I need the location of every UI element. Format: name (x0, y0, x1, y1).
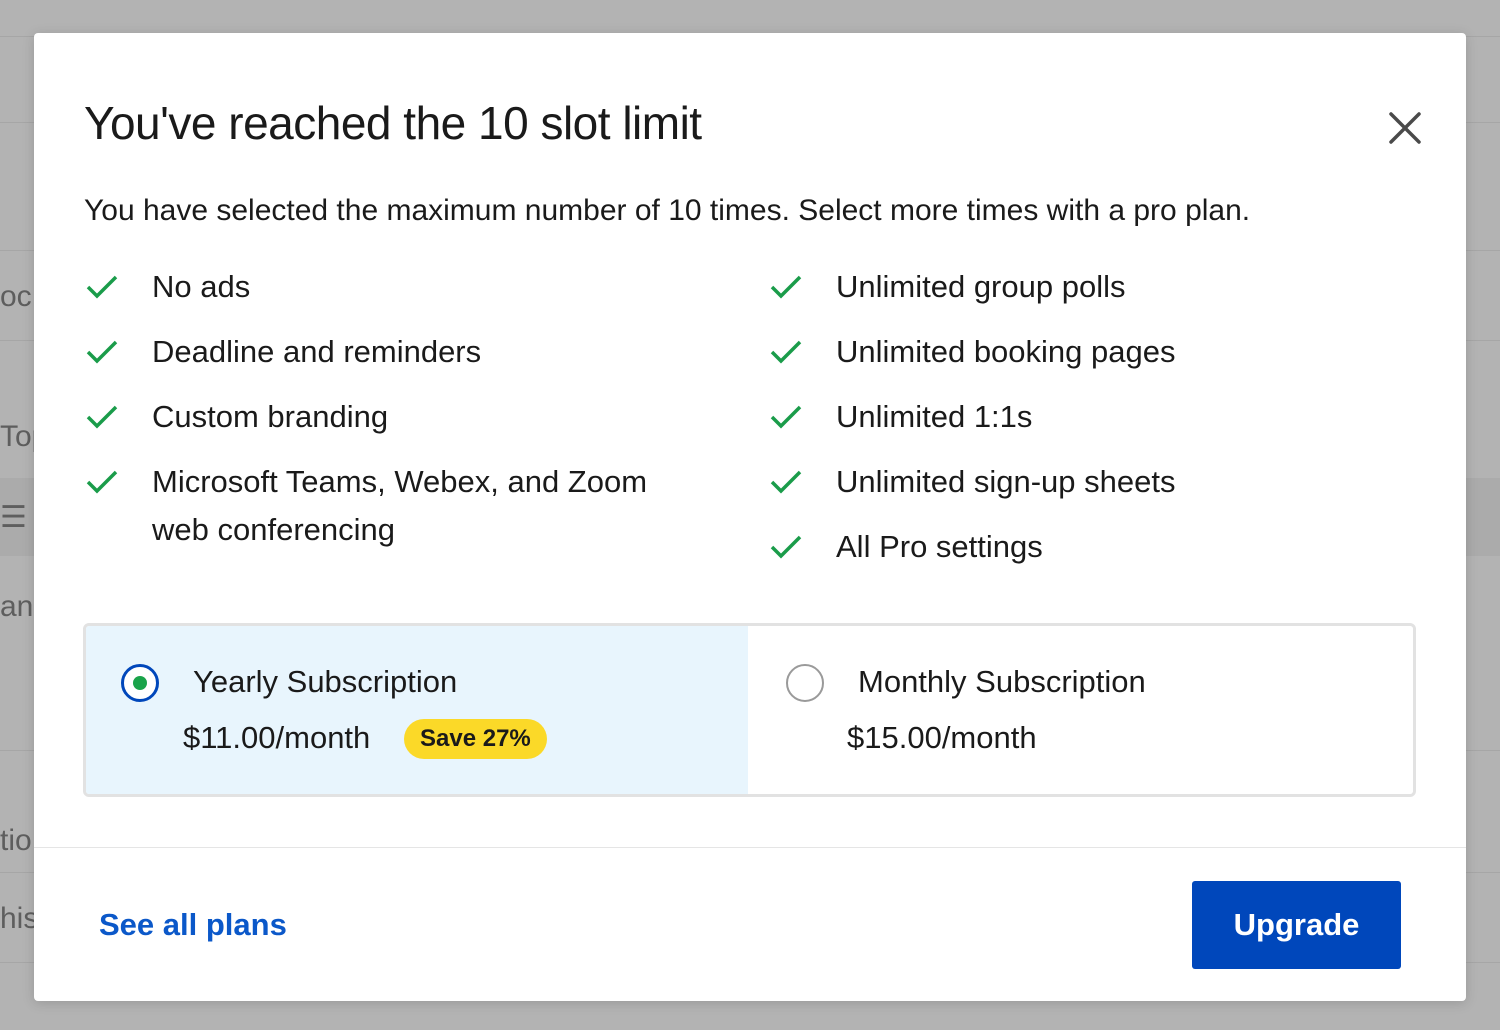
plan-name: Monthly Subscription (858, 664, 1146, 699)
close-icon (1389, 112, 1421, 144)
feature-item: Unlimited group polls (768, 269, 1408, 317)
plan-price: $15.00/month (847, 720, 1037, 755)
background-text: Top (0, 420, 34, 453)
modal-title: You've reached the 10 slot limit (84, 97, 702, 149)
plan-name: Yearly Subscription (193, 664, 458, 699)
upgrade-modal: You've reached the 10 slot limit You hav… (34, 33, 1466, 1001)
check-icon (768, 269, 804, 305)
check-icon (768, 529, 804, 565)
close-button[interactable] (1382, 105, 1428, 151)
feature-item: Custom branding (84, 399, 724, 447)
feature-item: Deadline and reminders (84, 334, 724, 382)
check-icon (768, 464, 804, 500)
save-badge: Save 27% (404, 719, 547, 759)
plan-price: $11.00/month (183, 720, 371, 755)
modal-subtitle: You have selected the maximum number of … (84, 194, 1251, 227)
feature-item: Microsoft Teams, Webex, and Zoom web con… (84, 464, 724, 560)
yearly-radio[interactable] (121, 664, 159, 702)
see-all-plans-link[interactable]: See all plans (99, 905, 287, 945)
background-text: an (0, 590, 34, 623)
background-text: tio (0, 824, 32, 857)
feature-item: Unlimited 1:1s (768, 399, 1408, 447)
check-icon (84, 334, 120, 370)
background-text: his (0, 902, 34, 935)
feature-label: Microsoft Teams, Webex, and Zoom web con… (152, 464, 648, 547)
plan-option-monthly[interactable]: Monthly Subscription $15.00/month (748, 626, 1413, 794)
feature-item: Unlimited booking pages (768, 334, 1408, 382)
plan-option-yearly[interactable]: Yearly Subscription $11.00/month Save 27… (86, 626, 748, 794)
feature-column-right: Unlimited group polls Unlimited booking … (768, 269, 1408, 594)
feature-label: Unlimited sign-up sheets (836, 464, 1176, 499)
footer-divider (34, 847, 1466, 848)
feature-label: No ads (152, 269, 251, 304)
check-icon (84, 269, 120, 305)
background-menu-icon: ☰ (0, 501, 27, 534)
feature-column-left: No ads Deadline and reminders Custom bra… (84, 269, 724, 577)
check-icon (84, 464, 120, 500)
check-icon (768, 334, 804, 370)
feature-label: Deadline and reminders (152, 334, 482, 369)
plan-selector: Yearly Subscription $11.00/month Save 27… (83, 623, 1416, 797)
check-icon (84, 399, 120, 435)
feature-list: No ads Deadline and reminders Custom bra… (84, 269, 1424, 609)
feature-item: All Pro settings (768, 529, 1408, 577)
monthly-radio[interactable] (786, 664, 824, 702)
feature-label: Unlimited group polls (836, 269, 1126, 304)
feature-label: Unlimited 1:1s (836, 399, 1033, 434)
feature-label: All Pro settings (836, 529, 1043, 564)
feature-item: No ads (84, 269, 724, 317)
check-icon (768, 399, 804, 435)
feature-label: Custom branding (152, 399, 389, 434)
feature-item: Unlimited sign-up sheets (768, 464, 1408, 512)
upgrade-button[interactable]: Upgrade (1192, 881, 1401, 969)
background-text: oc (0, 280, 32, 313)
feature-label: Unlimited booking pages (836, 334, 1176, 369)
